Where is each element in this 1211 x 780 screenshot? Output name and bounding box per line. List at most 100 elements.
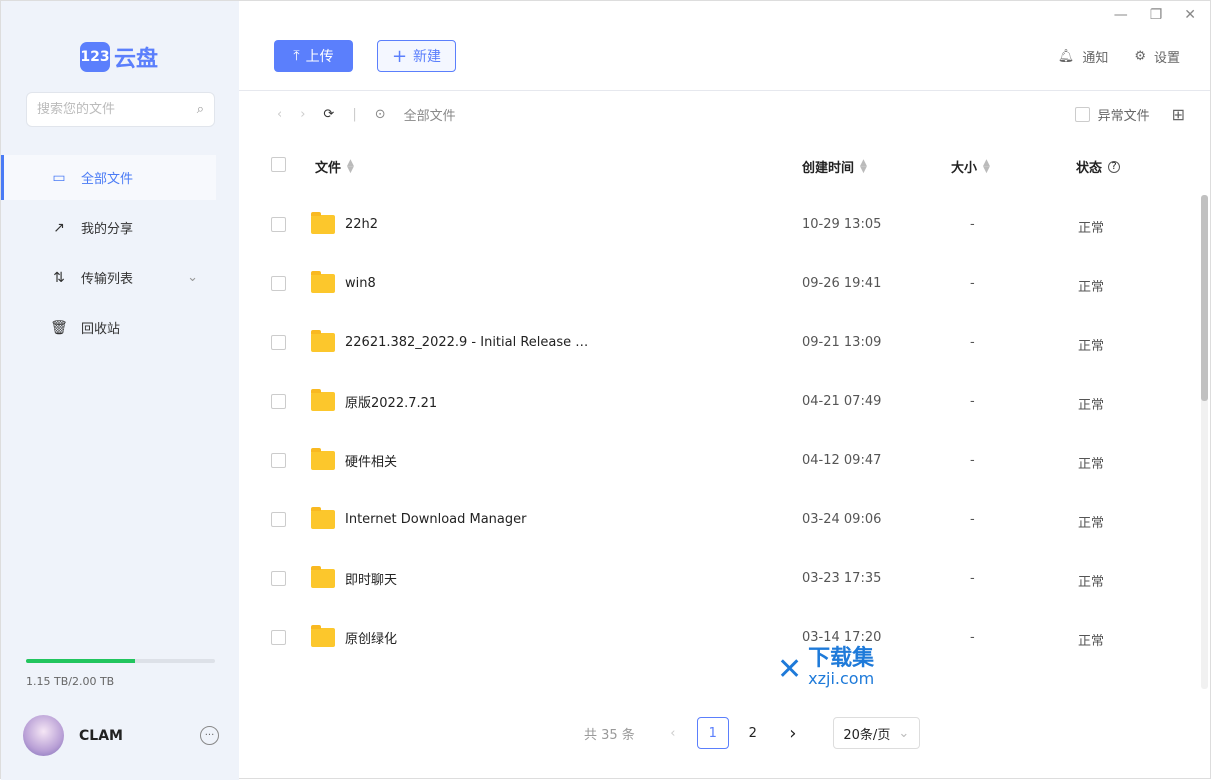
chevron-down-icon: ⌄: [898, 725, 910, 741]
column-file[interactable]: 文件 ▲ ▼: [315, 157, 354, 176]
created-time: 04-21 07:49: [802, 394, 882, 409]
sidebar-item-my-shares[interactable]: ↗ 我的分享: [1, 205, 216, 250]
search-icon[interactable]: ⌕: [197, 102, 204, 117]
file-name[interactable]: Internet Download Manager: [345, 512, 527, 527]
close-icon[interactable]: ✕: [1184, 7, 1196, 23]
file-name[interactable]: win8: [345, 276, 376, 291]
scrollbar[interactable]: [1201, 195, 1208, 689]
file-name[interactable]: 硬件相关: [345, 451, 397, 470]
folder-icon: [311, 271, 335, 293]
sort-icon[interactable]: ▲ ▼: [347, 158, 354, 174]
file-size: -: [970, 276, 975, 291]
table-row[interactable]: 22621.382_2022.9 - Initial Release … 09-…: [239, 328, 1200, 358]
row-checkbox[interactable]: [271, 276, 286, 291]
breadcrumb[interactable]: 全部文件: [404, 105, 456, 124]
more-icon[interactable]: ···: [200, 726, 219, 745]
folder-icon: [311, 212, 335, 234]
file-status: 正常: [1078, 575, 1105, 590]
table-row[interactable]: win8 09-26 19:41 - 正常: [239, 269, 1200, 299]
created-time: 03-23 17:35: [802, 571, 882, 586]
search-input[interactable]: [37, 102, 177, 117]
select-all-checkbox[interactable]: [271, 157, 286, 172]
scrollbar-thumb[interactable]: [1201, 195, 1208, 401]
table-row[interactable]: Internet Download Manager 03-24 09:06 - …: [239, 505, 1200, 535]
sidebar-item-all-files[interactable]: ▭ 全部文件: [1, 155, 216, 200]
storage-usage: 1.15 TB/2.00 TB: [26, 659, 215, 688]
folder-icon: [311, 507, 335, 529]
column-size[interactable]: 大小 ▲ ▼: [951, 157, 990, 176]
back-icon[interactable]: ‹: [277, 107, 282, 122]
upload-icon: ⤒: [293, 48, 300, 64]
table-row[interactable]: 即时聊天 03-23 17:35 - 正常: [239, 564, 1200, 594]
avatar[interactable]: [23, 715, 64, 756]
pagination: 共 35 条 ‹ 1 2 › 20条/页 ⌄: [584, 717, 920, 749]
table-row[interactable]: 原版2022.7.21 04-21 07:49 - 正常: [239, 387, 1200, 417]
user-name: CLAM: [79, 727, 123, 744]
settings-button[interactable]: ⚙ 设置: [1134, 47, 1180, 66]
chevron-down-icon[interactable]: ⌄: [187, 270, 198, 285]
created-time: 03-14 17:20: [802, 630, 882, 645]
page-2[interactable]: 2: [737, 717, 769, 749]
trash-icon: 🗑: [50, 319, 68, 336]
sidebar: 123 云盘 ⌕ ▭全部文件 ↗我的分享 ⇅传输列表⌄ 🗑回收站 1.15 TB…: [1, 1, 239, 780]
share-icon: ↗: [53, 219, 65, 236]
column-created[interactable]: 创建时间 ▲ ▼: [802, 157, 867, 176]
created-time: 10-29 13:05: [802, 217, 882, 232]
row-checkbox[interactable]: [271, 453, 286, 468]
divider: [239, 90, 1210, 91]
file-status: 正常: [1078, 339, 1105, 354]
location-icon: ⊙: [374, 107, 386, 122]
file-name[interactable]: 即时聊天: [345, 569, 397, 588]
file-name[interactable]: 原版2022.7.21: [345, 392, 437, 411]
row-checkbox[interactable]: [271, 394, 286, 409]
forward-icon[interactable]: ›: [300, 107, 305, 122]
row-checkbox[interactable]: [271, 571, 286, 586]
table-header: 文件 ▲ ▼ 创建时间 ▲ ▼ 大小 ▲ ▼ 状态?: [239, 157, 1200, 179]
file-status: 正常: [1078, 516, 1105, 531]
file-name[interactable]: 原创绿化: [345, 628, 397, 647]
next-page-icon[interactable]: ›: [777, 717, 809, 749]
folder-icon: [311, 448, 335, 470]
main-panel: — ❐ ✕ ⤒ 上传 + 新建 🔔︎ 通知 ⚙ 设置 ‹ › ⟳ | ⊙ 全部文件 异常文件…: [239, 1, 1210, 780]
checkbox[interactable]: [1074, 107, 1090, 122]
app-logo: 123 云盘: [80, 41, 158, 73]
sidebar-item-trash[interactable]: 🗑 回收站: [1, 305, 216, 350]
row-checkbox[interactable]: [271, 512, 286, 527]
file-status: 正常: [1078, 457, 1105, 472]
search-box[interactable]: ⌕: [26, 92, 215, 127]
new-button[interactable]: + 新建: [377, 40, 456, 72]
sort-icon[interactable]: ▲ ▼: [860, 158, 867, 174]
help-icon[interactable]: ?: [1108, 160, 1121, 173]
row-checkbox[interactable]: [271, 335, 286, 350]
table-row[interactable]: 硬件相关 04-12 09:47 - 正常: [239, 446, 1200, 476]
row-checkbox[interactable]: [271, 630, 286, 645]
abnormal-files-filter[interactable]: 异常文件: [1074, 105, 1150, 124]
page-1[interactable]: 1: [696, 717, 729, 749]
maximize-icon[interactable]: ❐: [1150, 7, 1163, 23]
sort-icon[interactable]: ▲ ▼: [983, 158, 990, 174]
divider: |: [352, 107, 357, 122]
watermark-logo: ✕ 下载集 xzji.com: [777, 646, 875, 689]
user-profile: CLAM ···: [23, 715, 219, 756]
created-time: 09-26 19:41: [802, 276, 882, 291]
file-size: -: [970, 394, 975, 409]
table-row[interactable]: 22h2 10-29 13:05 - 正常: [239, 210, 1200, 240]
sidebar-item-transfers[interactable]: ⇅ 传输列表 ⌄: [1, 255, 216, 300]
notify-button[interactable]: 🔔︎ 通知: [1058, 47, 1109, 66]
row-checkbox[interactable]: [271, 217, 286, 232]
page-size-select[interactable]: 20条/页 ⌄: [832, 717, 920, 749]
bell-icon: 🔔︎: [1057, 49, 1075, 64]
file-size: -: [970, 630, 975, 645]
table-row[interactable]: 原创绿化 03-14 17:20 - 正常: [239, 623, 1200, 653]
minimize-icon[interactable]: —: [1114, 7, 1128, 23]
file-name[interactable]: 22h2: [345, 217, 378, 232]
folder-icon: [311, 566, 335, 588]
refresh-icon[interactable]: ⟳: [323, 107, 334, 122]
upload-button[interactable]: ⤒ 上传: [274, 40, 353, 72]
prev-page-icon[interactable]: ‹: [657, 717, 689, 749]
file-size: -: [970, 571, 975, 586]
grid-view-icon[interactable]: ⊞: [1172, 105, 1185, 124]
file-name[interactable]: 22621.382_2022.9 - Initial Release …: [345, 335, 588, 350]
created-time: 04-12 09:47: [802, 453, 882, 468]
file-size: -: [970, 335, 975, 350]
